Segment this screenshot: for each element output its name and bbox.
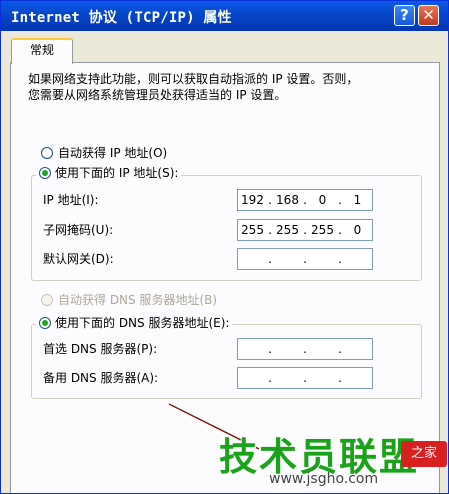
- tcpip-properties-dialog: Internet 协议 (TCP/IP) 属性 ? ✕ 常规 如果网络支持此功能…: [0, 0, 449, 494]
- watermark-url: www.jsgho.com: [269, 471, 379, 487]
- annotation-arrow: [168, 403, 260, 450]
- watermark-badge: 之家: [401, 441, 447, 467]
